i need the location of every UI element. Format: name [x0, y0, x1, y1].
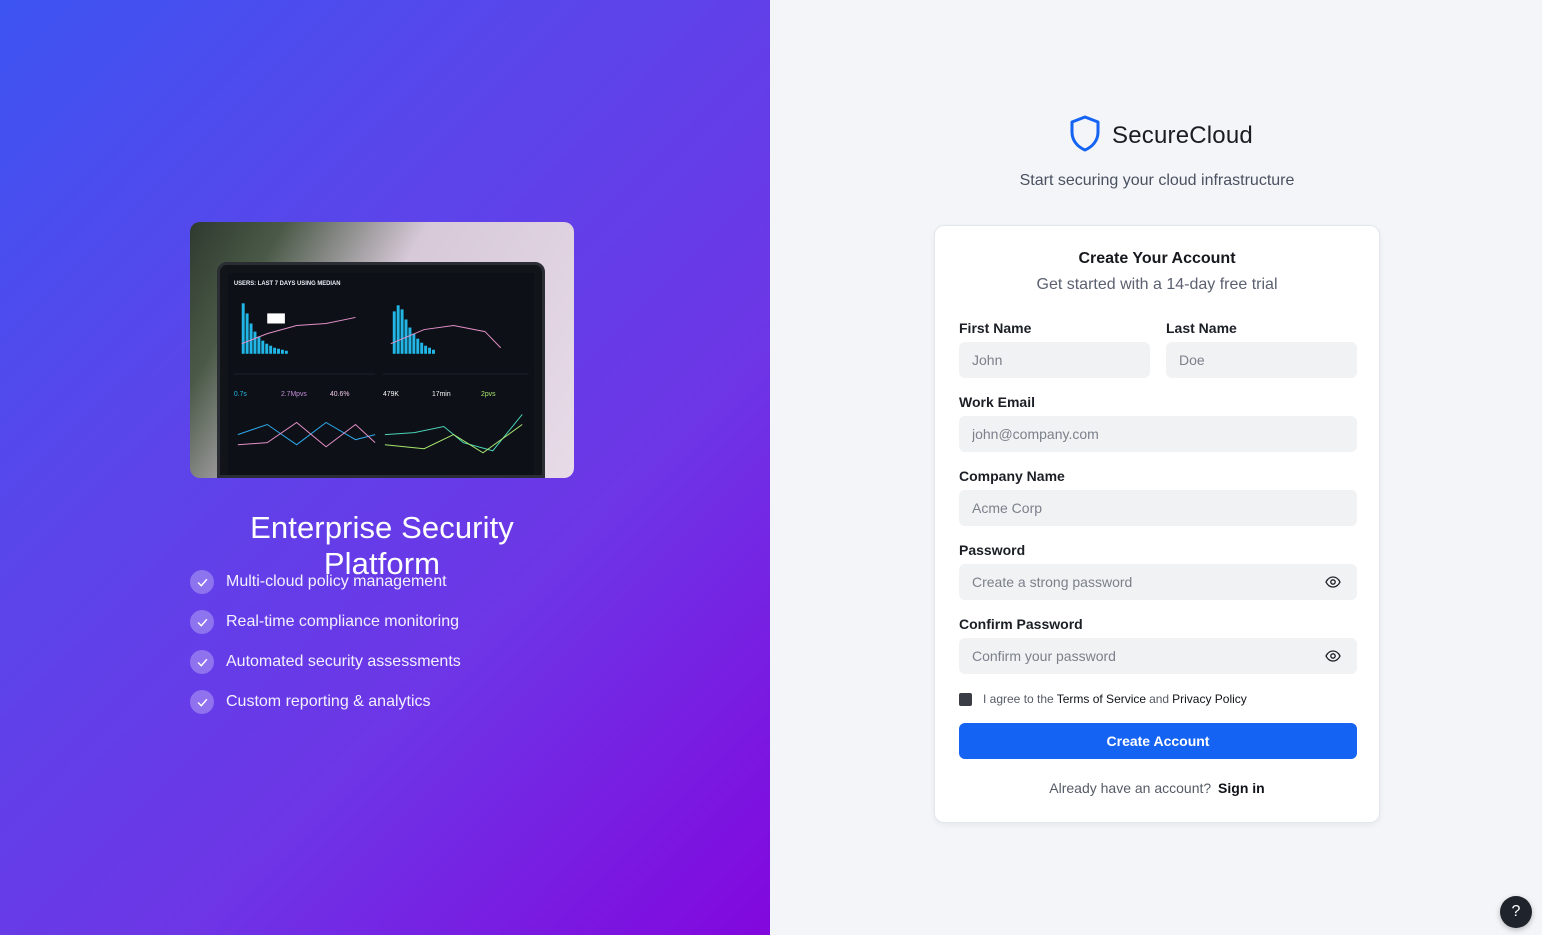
feature-list: Multi-cloud policy management Real-time … — [190, 570, 461, 730]
work-email-input[interactable] — [959, 416, 1357, 452]
form-title: Create Your Account — [1078, 250, 1236, 267]
create-account-button[interactable]: Create Account — [959, 723, 1357, 759]
svg-text:2pvs: 2pvs — [481, 391, 496, 398]
dashboard-illustration: USERS: LAST 7 DAYS USING MEDIAN 0.7s 2.7… — [234, 281, 529, 454]
company-name-label: Company Name — [959, 468, 1065, 484]
brand-logo: SecureCloud — [1068, 114, 1253, 157]
shield-icon — [1068, 114, 1102, 157]
eye-icon[interactable] — [1324, 573, 1342, 591]
terms-prefix: I agree to the — [983, 692, 1054, 706]
signin-row: Already have an account? Sign in — [935, 780, 1379, 796]
signin-link[interactable]: Sign in — [1218, 780, 1265, 796]
help-button[interactable]: ? — [1500, 896, 1532, 928]
last-name-input[interactable] — [1166, 342, 1357, 378]
last-name-label: Last Name — [1166, 320, 1237, 336]
brand-tagline: Start securing your cloud infrastructure — [1019, 172, 1295, 189]
check-icon — [190, 610, 214, 634]
first-name-label: First Name — [959, 320, 1032, 336]
feature-item: Automated security assessments — [190, 650, 461, 674]
hero-image: USERS: LAST 7 DAYS USING MEDIAN 0.7s 2.7… — [190, 222, 574, 478]
check-icon — [190, 570, 214, 594]
feature-label: Automated security assessments — [226, 653, 461, 670]
svg-text:479K: 479K — [383, 391, 399, 398]
check-icon — [190, 690, 214, 714]
eye-icon[interactable] — [1324, 647, 1342, 665]
first-name-input[interactable] — [959, 342, 1150, 378]
terms-link[interactable]: Terms of Service — [1057, 692, 1146, 706]
hero-panel: USERS: LAST 7 DAYS USING MEDIAN 0.7s 2.7… — [0, 0, 770, 935]
svg-text:17min: 17min — [432, 391, 451, 398]
brand-name: SecureCloud — [1112, 121, 1253, 149]
feature-label: Custom reporting & analytics — [226, 693, 431, 710]
feature-item: Custom reporting & analytics — [190, 690, 461, 714]
work-email-label: Work Email — [959, 394, 1035, 410]
laptop-illustration: USERS: LAST 7 DAYS USING MEDIAN 0.7s 2.7… — [217, 262, 545, 478]
privacy-link[interactable]: Privacy Policy — [1172, 692, 1247, 706]
terms-and: and — [1149, 692, 1170, 706]
svg-text:40.6%: 40.6% — [330, 391, 349, 398]
feature-label: Real-time compliance monitoring — [226, 613, 459, 630]
company-name-input[interactable] — [959, 490, 1357, 526]
screen-header: USERS: LAST 7 DAYS USING MEDIAN — [234, 281, 341, 287]
password-label: Password — [959, 542, 1026, 558]
form-subtitle: Get started with a 14-day free trial — [1036, 276, 1278, 293]
terms-checkbox[interactable] — [959, 692, 972, 706]
confirm-password-label: Confirm Password — [959, 616, 1083, 632]
check-icon — [190, 650, 214, 674]
signin-prompt: Already have an account? — [1049, 780, 1212, 796]
signup-card: Create Your Account Get started with a 1… — [934, 225, 1380, 823]
svg-text:0.7s: 0.7s — [234, 391, 247, 398]
feature-label: Multi-cloud policy management — [226, 573, 447, 590]
password-input[interactable] — [959, 564, 1357, 600]
terms-agreement: I agree to the Terms of Service and Priv… — [959, 692, 1247, 706]
svg-text:2.7Mpvs: 2.7Mpvs — [281, 391, 307, 398]
confirm-password-input[interactable] — [959, 638, 1357, 674]
feature-item: Multi-cloud policy management — [190, 570, 461, 594]
feature-item: Real-time compliance monitoring — [190, 610, 461, 634]
